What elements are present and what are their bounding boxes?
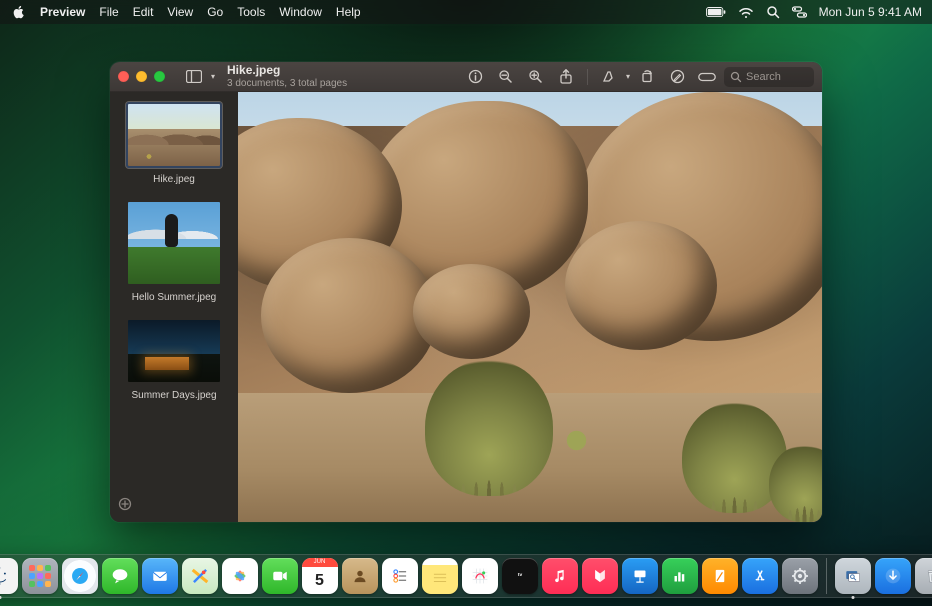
thumbnail-label: Hello Summer.jpeg (132, 292, 216, 304)
sidebar-add-button[interactable] (118, 497, 132, 516)
thumbnail-image (126, 318, 222, 384)
menu-help[interactable]: Help (336, 5, 361, 19)
dock-tv[interactable]: tv (502, 558, 538, 594)
image-canvas[interactable] (238, 92, 822, 522)
highlight-button[interactable] (596, 66, 622, 88)
thumbnail-image (126, 102, 222, 168)
thumbnail-summer-days[interactable]: Summer Days.jpeg (118, 318, 230, 402)
thumbnail-hello-summer[interactable]: Hello Summer.jpeg (118, 200, 230, 304)
dock-separator (826, 558, 827, 594)
search-input[interactable] (746, 71, 806, 83)
menu-app-name[interactable]: Preview (40, 5, 85, 19)
minimize-button[interactable] (136, 71, 147, 82)
apple-menu[interactable] (12, 5, 26, 19)
svg-text:tv: tv (517, 572, 522, 578)
dock-photos[interactable] (222, 558, 258, 594)
control-center-icon[interactable] (792, 6, 807, 18)
close-button[interactable] (118, 71, 129, 82)
traffic-lights (118, 71, 165, 82)
sidebar: Hike.jpeg Hello Summer.jpeg Summer Days.… (110, 92, 238, 522)
thumbnail-label: Hike.jpeg (153, 174, 195, 186)
toolbar-search[interactable] (724, 67, 814, 87)
dock-calendar[interactable]: JUN 5 (302, 558, 338, 594)
dock-launchpad[interactable] (22, 558, 58, 594)
dock-maps[interactable] (182, 558, 218, 594)
main-image (238, 92, 822, 522)
dock-downloads[interactable] (875, 558, 911, 594)
dropdown-chevron-icon[interactable]: ▾ (626, 72, 630, 81)
window-title-stack: Hike.jpeg 3 documents, 3 total pages (227, 64, 367, 88)
battery-icon[interactable] (706, 7, 726, 18)
markup-button[interactable] (664, 66, 690, 88)
zoom-in-button[interactable] (523, 66, 549, 88)
desktop: Preview File Edit View Go Tools Window H… (0, 0, 932, 606)
dock-keynote[interactable] (622, 558, 658, 594)
menubar: Preview File Edit View Go Tools Window H… (0, 0, 932, 24)
dock-finder[interactable] (0, 558, 18, 594)
dock-appstore[interactable] (742, 558, 778, 594)
titlebar[interactable]: ▾ Hike.jpeg 3 documents, 3 total pages (110, 62, 822, 92)
search-icon (730, 71, 742, 83)
dock-trash[interactable] (915, 558, 932, 594)
menubar-clock[interactable]: Mon Jun 5 9:41 AM (819, 5, 922, 19)
dock-notes[interactable] (422, 558, 458, 594)
menu-view[interactable]: View (167, 5, 193, 19)
dock-contacts[interactable] (342, 558, 378, 594)
menu-edit[interactable]: Edit (133, 5, 154, 19)
menu-window[interactable]: Window (279, 5, 322, 19)
window-subtitle: 3 documents, 3 total pages (227, 78, 367, 89)
dock-music[interactable] (542, 558, 578, 594)
zoom-out-button[interactable] (493, 66, 519, 88)
chevron-down-icon[interactable]: ▾ (211, 72, 215, 81)
dock-settings[interactable] (782, 558, 818, 594)
dock-pages[interactable] (702, 558, 738, 594)
thumbnail-hike[interactable]: Hike.jpeg (118, 102, 230, 186)
dock-safari[interactable] (62, 558, 98, 594)
thumbnail-image (126, 200, 222, 286)
rotate-button[interactable] (634, 66, 660, 88)
menu-file[interactable]: File (99, 5, 118, 19)
spotlight-icon[interactable] (766, 5, 780, 19)
dock-facetime[interactable] (262, 558, 298, 594)
dock-reminders[interactable] (382, 558, 418, 594)
dock-news[interactable] (582, 558, 618, 594)
dock-freeform[interactable] (462, 558, 498, 594)
crop-redact-button[interactable] (694, 66, 720, 88)
dock-container: JUN 5 tv (0, 554, 932, 598)
thumbnail-label: Summer Days.jpeg (131, 390, 216, 402)
menu-tools[interactable]: Tools (237, 5, 265, 19)
info-button[interactable] (463, 66, 489, 88)
dock-mail[interactable] (142, 558, 178, 594)
calendar-month: JUN (302, 558, 338, 567)
dock: JUN 5 tv (0, 554, 932, 598)
sidebar-view-button[interactable] (181, 66, 207, 88)
window-title: Hike.jpeg (227, 64, 367, 77)
menu-go[interactable]: Go (207, 5, 223, 19)
calendar-day: 5 (315, 567, 324, 594)
dock-preview[interactable] (835, 558, 871, 594)
dock-messages[interactable] (102, 558, 138, 594)
dock-numbers[interactable] (662, 558, 698, 594)
share-button[interactable] (553, 66, 579, 88)
preview-window: ▾ Hike.jpeg 3 documents, 3 total pages (110, 62, 822, 522)
fullscreen-button[interactable] (154, 71, 165, 82)
wifi-icon[interactable] (738, 6, 754, 18)
